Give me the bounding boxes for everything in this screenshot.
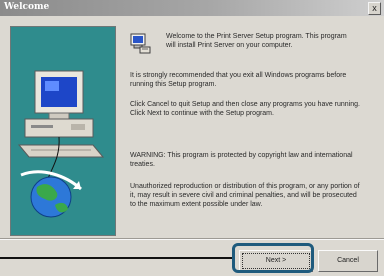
copyright-warning: WARNING: This program is protected by co…: [130, 152, 353, 168]
setup-computer-icon: [128, 31, 152, 55]
callout-pointer-line: [0, 257, 232, 259]
cancel-next-instructions: Click Cancel to quit Setup and then clos…: [130, 101, 360, 117]
setup-dialog: Welcome x Welcome to the Print Server Se…: [0, 0, 384, 276]
exit-programs-text: It is strongly recommended that you exit…: [130, 72, 347, 88]
cancel-button[interactable]: Cancel: [318, 250, 378, 272]
next-button-highlight: [232, 243, 314, 273]
divider-line: [0, 238, 384, 240]
title-bar[interactable]: Welcome x: [0, 0, 384, 16]
welcome-text: Welcome to the Print Server Setup progra…: [166, 33, 347, 49]
setup-illustration-panel: [10, 26, 116, 236]
window-title: Welcome: [4, 2, 50, 12]
computer-globe-illustration: [17, 70, 105, 218]
close-button[interactable]: x: [368, 2, 381, 15]
unauthorized-reproduction-warning: Unauthorized reproduction or distributio…: [130, 183, 360, 208]
